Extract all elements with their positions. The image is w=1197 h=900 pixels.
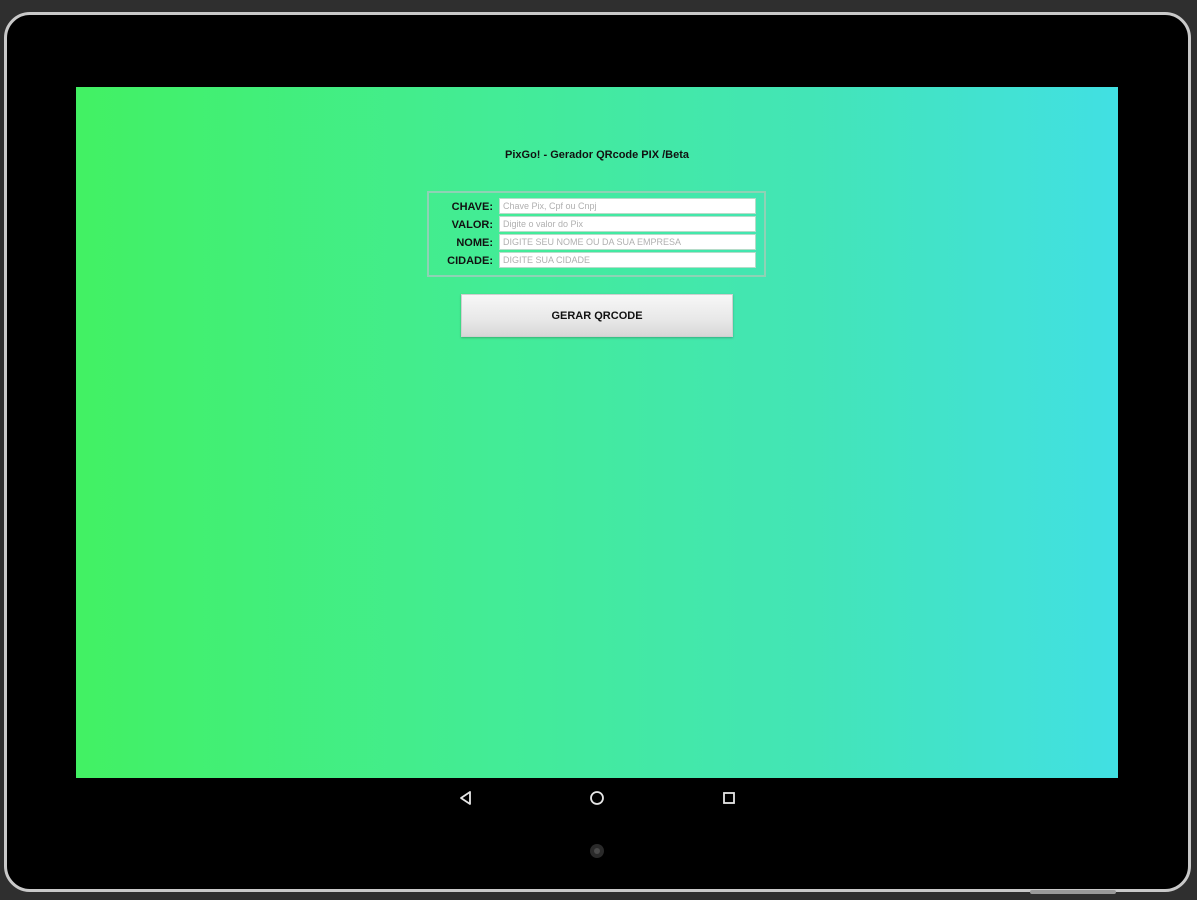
square-recents-icon (723, 792, 735, 804)
recents-button[interactable] (719, 788, 739, 808)
triangle-back-icon (460, 791, 471, 805)
valor-label: VALOR: (451, 219, 493, 231)
circle-home-icon (590, 791, 604, 805)
chave-label: CHAVE: (451, 201, 493, 213)
chave-input[interactable] (499, 198, 756, 214)
back-button[interactable] (456, 788, 476, 808)
gerar-qrcode-button[interactable]: GERAR QRCODE (461, 294, 733, 337)
cidade-input[interactable] (499, 252, 756, 268)
home-button[interactable] (587, 788, 607, 808)
pix-form: CHAVE: VALOR: NOME: CIDADE: (427, 191, 766, 277)
android-nav-bar (76, 778, 1118, 818)
front-camera (590, 844, 604, 858)
device-edge-highlight (1030, 890, 1116, 894)
nome-input[interactable] (499, 234, 756, 250)
nome-label: NOME: (456, 237, 493, 249)
app-title: PixGo! - Gerador QRcode PIX /Beta (505, 149, 689, 161)
app-screen: PixGo! - Gerador QRcode PIX /Beta CHAVE:… (76, 87, 1118, 778)
cidade-label: CIDADE: (447, 255, 493, 267)
valor-input[interactable] (499, 216, 756, 232)
